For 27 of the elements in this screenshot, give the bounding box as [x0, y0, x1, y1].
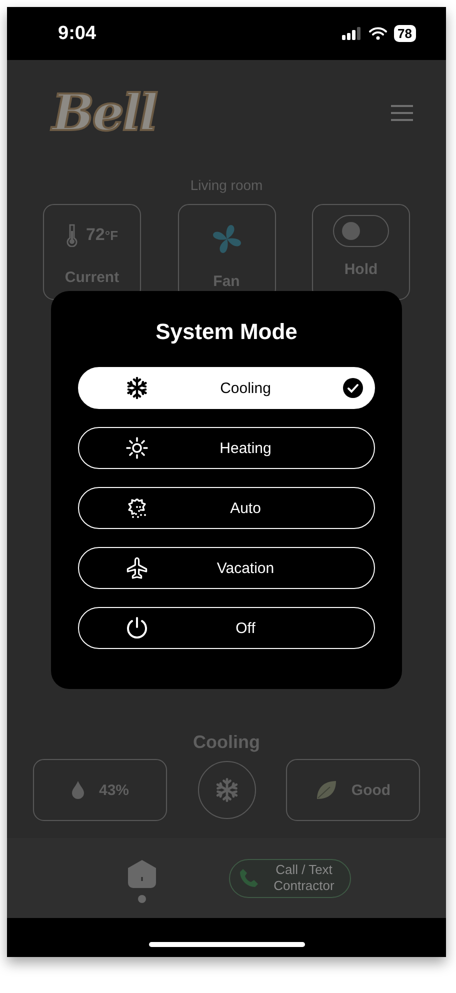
menu-icon[interactable]: [391, 104, 413, 122]
status-time: 9:04: [58, 22, 96, 44]
check-icon: [342, 377, 364, 399]
phone-icon: [238, 867, 260, 889]
dialog-title: System Mode: [154, 318, 298, 346]
signal-icon: [342, 27, 362, 40]
thermometer-icon: [66, 223, 78, 247]
wifi-icon: [368, 27, 387, 40]
battery-indicator: 78: [394, 25, 416, 42]
power-icon: [125, 616, 149, 640]
hold-toggle[interactable]: [333, 215, 389, 247]
mode-option[interactable]: Auto: [78, 487, 375, 529]
logo: Bell: [52, 83, 156, 142]
water-drop-icon: [70, 781, 85, 799]
contact-button[interactable]: Call / Text Contractor: [229, 858, 351, 898]
home-icon[interactable]: [127, 859, 157, 889]
mode-option[interactable]: Vacation: [78, 547, 375, 589]
airplane-icon: [125, 556, 149, 580]
mode-option[interactable]: Heating: [78, 427, 375, 469]
mode-button[interactable]: [198, 761, 256, 819]
gear-dots-icon: [125, 496, 149, 520]
snowflake-icon: [214, 777, 240, 803]
mode-option[interactable]: Cooling: [78, 367, 375, 409]
sun-icon: [125, 436, 149, 460]
leaf-icon: [315, 779, 338, 801]
mode-option[interactable]: Off: [78, 607, 375, 649]
snowflake-icon: [125, 376, 149, 400]
